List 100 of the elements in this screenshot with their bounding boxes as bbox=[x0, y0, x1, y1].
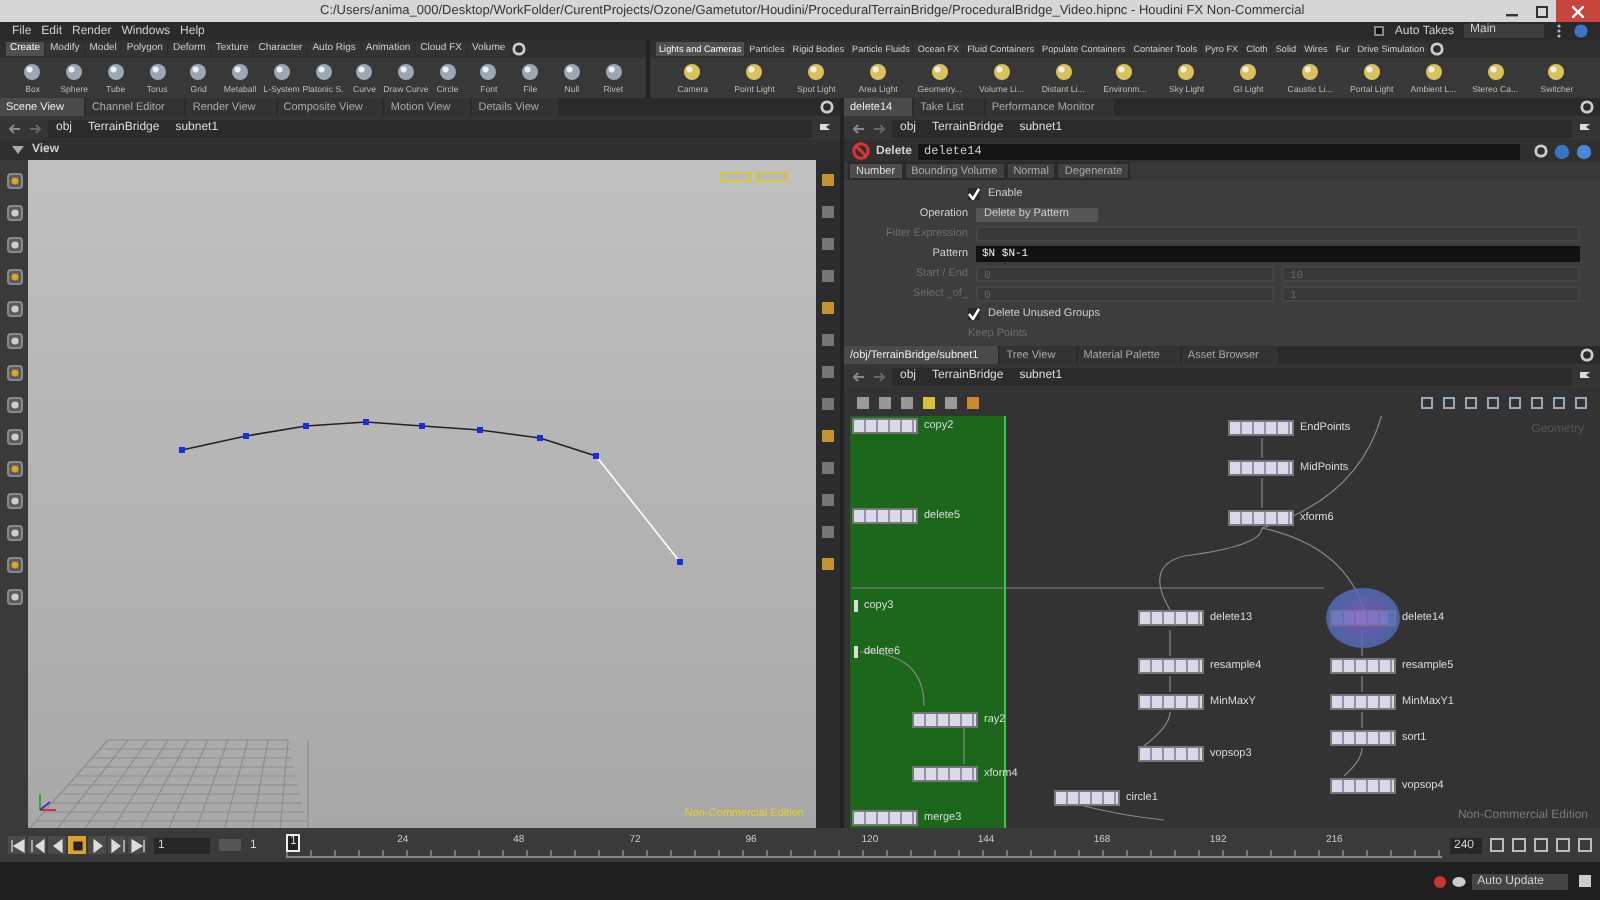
network-node[interactable] bbox=[1138, 694, 1204, 710]
tool-icon[interactable] bbox=[5, 204, 23, 222]
tool-icon bbox=[395, 62, 416, 82]
tool-icon[interactable] bbox=[5, 236, 23, 254]
tool-icon bbox=[271, 62, 292, 82]
tool-icon[interactable] bbox=[5, 364, 23, 382]
tool-icon bbox=[230, 62, 251, 82]
tool-icon bbox=[188, 62, 209, 82]
tool-icon bbox=[478, 62, 499, 82]
tool-icon bbox=[682, 62, 703, 82]
tool-icon bbox=[1053, 62, 1074, 82]
tool-icon bbox=[1485, 62, 1506, 82]
skip-to-start-icon bbox=[9, 837, 25, 853]
back-arrow-icon[interactable] bbox=[852, 121, 866, 135]
tool-icon bbox=[1546, 62, 1567, 82]
tool-icon bbox=[1114, 62, 1135, 82]
tool-icon bbox=[147, 62, 168, 82]
close-icon bbox=[1572, 5, 1584, 17]
auto-takes-checkbox[interactable] bbox=[1374, 26, 1385, 36]
settings-icon[interactable] bbox=[1534, 144, 1548, 158]
tool-icon[interactable] bbox=[5, 428, 23, 446]
checkbox[interactable] bbox=[968, 188, 980, 200]
network-node[interactable] bbox=[1138, 610, 1204, 626]
back-arrow-icon[interactable] bbox=[8, 121, 22, 135]
tool-icon bbox=[1176, 62, 1197, 82]
stop-icon bbox=[69, 837, 85, 853]
network-node[interactable] bbox=[852, 418, 918, 434]
node-marker[interactable] bbox=[854, 646, 858, 658]
network-node[interactable] bbox=[1228, 460, 1294, 476]
network-node[interactable] bbox=[912, 766, 978, 782]
network-node[interactable] bbox=[1330, 778, 1396, 794]
node-marker[interactable] bbox=[854, 600, 858, 612]
pin-icon[interactable] bbox=[1578, 369, 1592, 383]
delete-node-icon bbox=[852, 142, 870, 160]
selection-halo bbox=[1326, 588, 1400, 648]
settings-icon[interactable] bbox=[1580, 348, 1594, 362]
tool-icon bbox=[354, 62, 375, 82]
network-node[interactable] bbox=[1330, 694, 1396, 710]
tool-icon bbox=[603, 62, 624, 82]
settings-icon[interactable] bbox=[1580, 100, 1594, 114]
display-option-icon[interactable] bbox=[1578, 874, 1592, 888]
menu-icon[interactable] bbox=[1554, 24, 1564, 38]
tool-icon bbox=[991, 62, 1012, 82]
tool-icon[interactable] bbox=[5, 492, 23, 510]
tool-icon bbox=[520, 62, 541, 82]
playback-button[interactable] bbox=[8, 836, 26, 854]
pin-icon[interactable] bbox=[1578, 121, 1592, 135]
playback-button[interactable] bbox=[48, 836, 66, 854]
playback-button[interactable] bbox=[128, 836, 146, 854]
network-node[interactable] bbox=[1228, 510, 1294, 526]
network-node[interactable] bbox=[852, 810, 918, 826]
collapse-arrow-icon[interactable] bbox=[12, 144, 24, 156]
network-node[interactable] bbox=[912, 712, 978, 728]
pin-icon[interactable] bbox=[818, 121, 832, 135]
tool-icon[interactable] bbox=[5, 300, 23, 318]
playback-button[interactable] bbox=[28, 836, 46, 854]
tool-icon[interactable] bbox=[5, 268, 23, 286]
tool-icon[interactable] bbox=[5, 588, 23, 606]
settings-icon[interactable] bbox=[1429, 42, 1444, 56]
tool-icon bbox=[806, 62, 827, 82]
tool-icon bbox=[744, 62, 765, 82]
tool-icon bbox=[1300, 62, 1321, 82]
skip-to-end-icon bbox=[129, 837, 145, 853]
maximize-icon bbox=[1535, 5, 1547, 17]
tool-icon bbox=[437, 62, 458, 82]
tool-icon bbox=[1423, 62, 1444, 82]
tool-icon bbox=[22, 62, 43, 82]
step-forward-icon bbox=[109, 837, 125, 853]
tool-icon bbox=[561, 62, 582, 82]
checkbox[interactable] bbox=[968, 308, 980, 320]
network-node[interactable] bbox=[1228, 420, 1294, 436]
tool-icon[interactable] bbox=[5, 332, 23, 350]
network-node[interactable] bbox=[1330, 658, 1396, 674]
playback-button[interactable] bbox=[68, 836, 86, 854]
close-button[interactable] bbox=[1556, 0, 1600, 22]
tool-icon bbox=[1361, 62, 1382, 82]
back-arrow-icon[interactable] bbox=[852, 369, 866, 383]
tool-icon bbox=[1238, 62, 1259, 82]
tool-icon bbox=[868, 62, 888, 82]
tool-icon[interactable] bbox=[5, 172, 23, 190]
tool-icon bbox=[313, 62, 333, 82]
network-node[interactable] bbox=[1330, 730, 1396, 746]
playback-button[interactable] bbox=[108, 836, 126, 854]
axis-icon bbox=[39, 793, 57, 811]
play-reverse-icon bbox=[49, 837, 65, 853]
tool-icon bbox=[929, 62, 950, 82]
tool-icon[interactable] bbox=[5, 524, 23, 542]
settings-icon[interactable] bbox=[820, 100, 834, 114]
playback-button[interactable] bbox=[88, 836, 106, 854]
network-node[interactable] bbox=[1054, 790, 1120, 806]
network-node[interactable] bbox=[1138, 658, 1204, 674]
step-back-icon bbox=[29, 837, 45, 853]
network-node[interactable] bbox=[1138, 746, 1204, 762]
network-node[interactable] bbox=[852, 508, 918, 524]
settings-icon[interactable] bbox=[511, 42, 526, 56]
tool-icon[interactable] bbox=[5, 460, 23, 478]
tool-icon[interactable] bbox=[5, 396, 23, 414]
tool-icon bbox=[105, 62, 126, 82]
tool-icon[interactable] bbox=[5, 556, 23, 574]
tool-icon bbox=[64, 62, 85, 82]
